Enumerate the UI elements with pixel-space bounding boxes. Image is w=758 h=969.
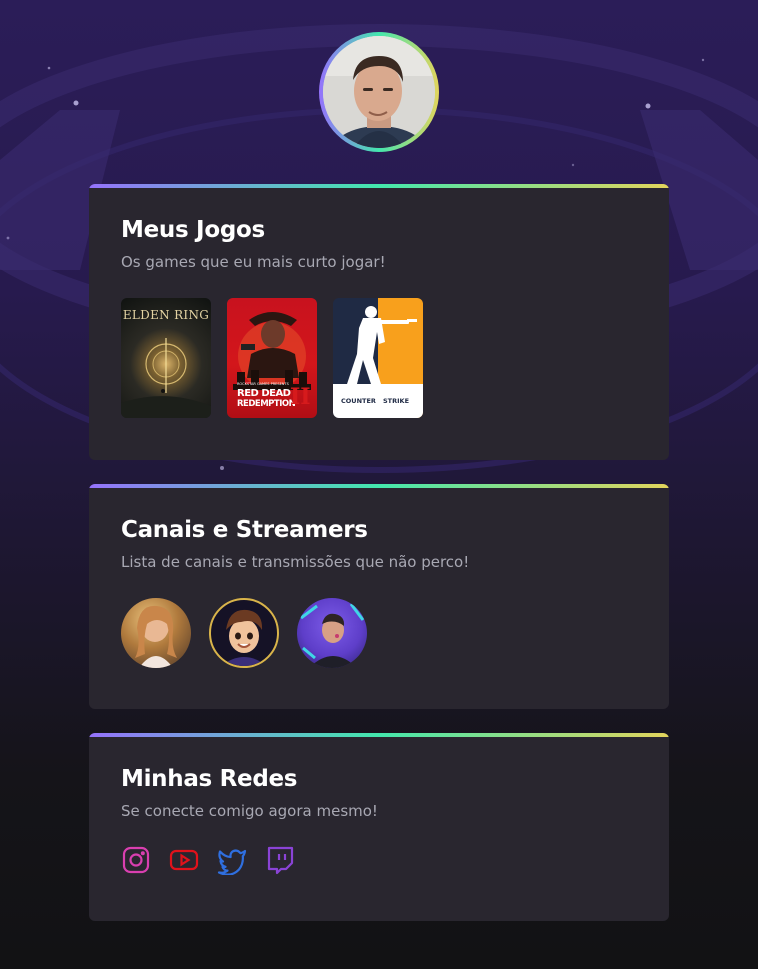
twitter-icon[interactable] xyxy=(217,845,247,876)
streamers-card: Canais e Streamers Lista de canais e tra… xyxy=(89,484,669,709)
instagram-icon[interactable] xyxy=(121,845,151,875)
cs-line1: COUNTER xyxy=(341,397,376,405)
profile-avatar xyxy=(319,32,439,152)
rdr2-line2: REDEMPTION xyxy=(237,399,296,409)
youtube-icon[interactable] xyxy=(169,845,199,875)
games-list: ELDEN RING ROCKSTAR GAMES PRESENTS RED D… xyxy=(121,298,637,418)
streamers-card-subtitle: Lista de canais e transmissões que não p… xyxy=(121,553,470,571)
rdr2-line1: RED DEAD xyxy=(237,388,291,399)
streamers-card-title: Canais e Streamers xyxy=(121,517,368,543)
elden-ring-cover[interactable]: ELDEN RING xyxy=(121,298,211,418)
streamers-list xyxy=(121,598,637,668)
streamer-avatar-3[interactable] xyxy=(297,598,367,668)
rdr2-numeral: II xyxy=(290,384,311,410)
games-card-subtitle: Os games que eu mais curto jogar! xyxy=(121,253,386,271)
profile-photo xyxy=(323,36,435,148)
social-card-subtitle: Se conecte comigo agora mesmo! xyxy=(121,802,378,820)
twitch-icon[interactable] xyxy=(265,845,295,875)
social-card-title: Minhas Redes xyxy=(121,766,298,792)
rdr2-top-text: ROCKSTAR GAMES PRESENTS xyxy=(237,382,289,386)
red-dead-redemption-2-cover[interactable]: ROCKSTAR GAMES PRESENTS RED DEAD REDEMPT… xyxy=(227,298,317,418)
cs-line2: STRIKE xyxy=(383,397,410,405)
social-card: Minhas Redes Se conecte comigo agora mes… xyxy=(89,733,669,921)
streamer-avatar-1[interactable] xyxy=(121,598,191,668)
games-card-title: Meus Jogos xyxy=(121,217,265,243)
games-card: Meus Jogos Os games que eu mais curto jo… xyxy=(89,184,669,460)
social-links xyxy=(121,845,637,876)
streamer-avatar-2[interactable] xyxy=(209,598,279,668)
counter-strike-cover[interactable]: COUNTER STRIKE xyxy=(333,298,423,418)
